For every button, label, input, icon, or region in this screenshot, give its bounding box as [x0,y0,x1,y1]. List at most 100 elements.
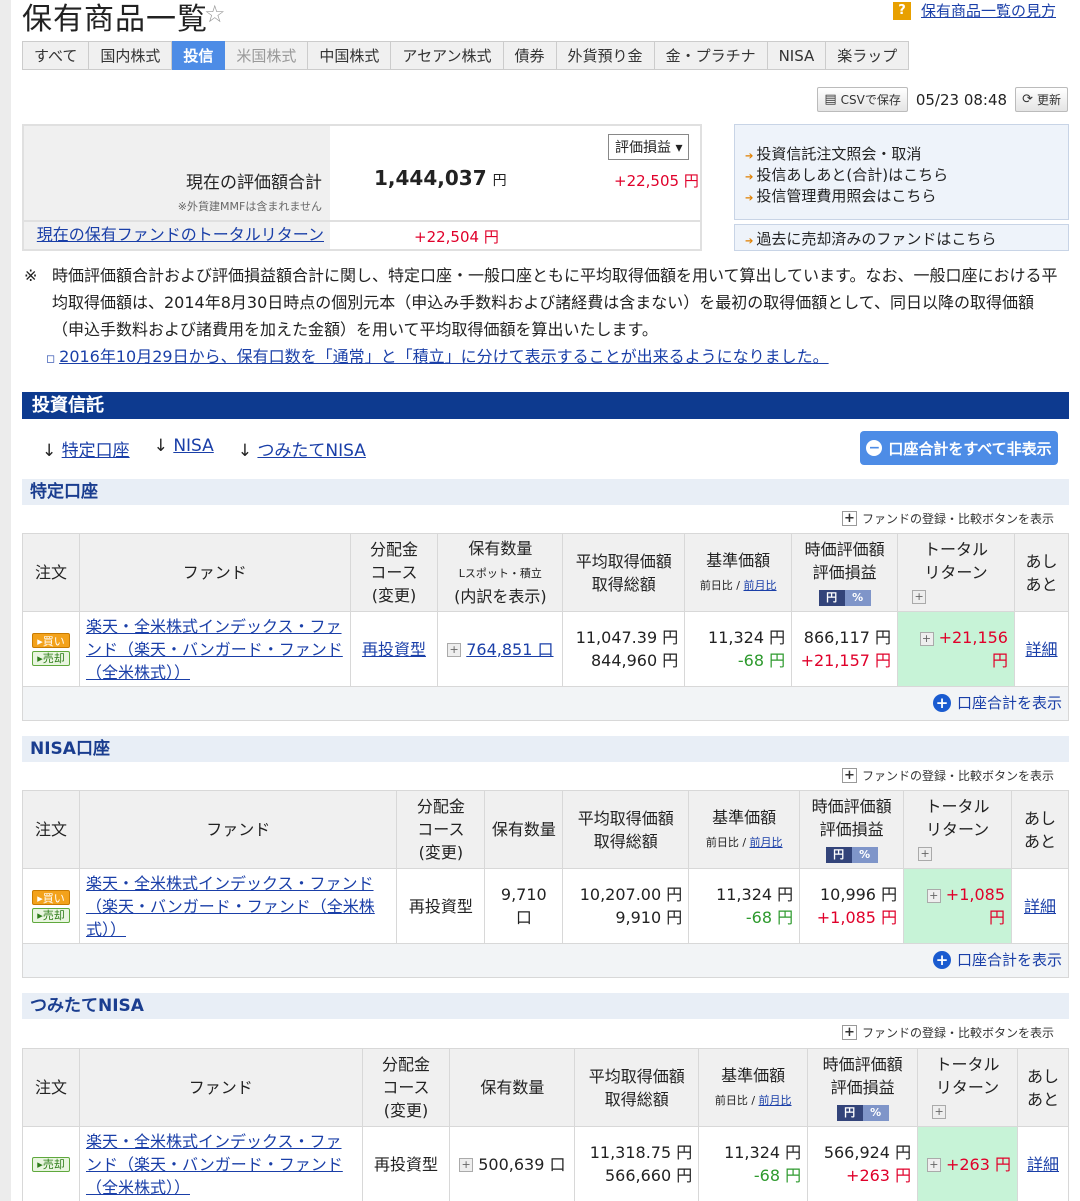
valuation-summary: 現在の評価額合計 ※外貨建MMFは含まれません 1,444,037 円 評価損益 … [22,124,702,251]
fund-name-link[interactable]: 楽天・全米株式インデックス・ファンド（楽天・バンガード・ファンド（全米株式）） [86,874,375,939]
unit-toggle[interactable]: 円% [836,1105,889,1121]
nav-change: -68 円 [753,1166,802,1185]
fund-links-box: ➔ 投資信託注文照会・取消 ➔ 投信あしあと(合計)はこちら ➔ 投信管理費用照会はこ… [734,124,1069,220]
tab-all[interactable]: すべて [22,41,90,70]
total-valuation-label: 現在の評価額合計 [186,173,322,193]
expand-icon[interactable]: + [447,643,462,657]
expand-icon[interactable]: + [459,1158,474,1172]
header-course[interactable]: 分配金 コース (変更) [361,1048,451,1127]
header-nav: 基準価額 前日比 / 前月比 [688,790,801,869]
header-course[interactable]: 分配金 コース (変更) [349,533,439,612]
detail-link[interactable]: 詳細 [1024,897,1056,916]
fund-name-link[interactable]: 楽天・全米株式インデックス・ファンド（楽天・バンガード・ファンド（全米株式）） [86,1132,343,1197]
sell-button[interactable]: ▸売却 [31,907,70,923]
tab-nisa[interactable]: NISA [767,41,827,70]
tab-foreign-deposits[interactable]: 外貨預り金 [556,41,655,70]
market-value: 866,117 円 [803,628,892,647]
calculation-note: ※ 時価評価額合計および評価損益額合計に関し、特定口座・一般口座ともに平均取得価… [24,262,1064,372]
arrow-icon: ➔ [745,236,754,247]
qty-value: 9,710 口 [484,868,564,944]
note-text: 時価評価額合計および評価損益額合計に関し、特定口座・一般口座ともに平均取得価額を… [52,266,1058,339]
help-link[interactable]: 保有商品一覧の見方 [921,0,1056,21]
expand-icon[interactable]: + [918,846,933,861]
management-fee-link[interactable]: 投信管理費用照会はこちら [756,187,936,205]
register-compare-toggle[interactable]: + ファンドの登録・比較ボタンを表示 [841,510,1054,527]
avg-price: 11,318.75 円 [589,1143,693,1162]
header-order: 注文 [22,1048,80,1127]
total-cost: 844,960 円 [590,651,679,670]
sell-button[interactable]: ▸売却 [31,650,70,666]
header-order: 注文 [22,790,80,869]
nav-change: -68 円 [737,651,786,670]
tab-us-stocks[interactable]: 米国株式 [225,41,309,70]
register-compare-toggle[interactable]: + ファンドの登録・比較ボタンを表示 [841,1024,1054,1041]
refresh-button[interactable]: ⟳ 更新 [1015,87,1068,112]
header-market-value: 時価評価額 評価損益円% [791,533,899,612]
header-avg-price: 平均取得価額 取得総額 [562,790,690,869]
expand-icon[interactable]: + [932,1104,947,1119]
detail-link[interactable]: 詳細 [1025,640,1057,659]
ashiato-total-link[interactable]: 投信あしあと(合計)はこちら [756,166,948,184]
tab-asean-stocks[interactable]: アセアン株式 [391,41,504,70]
header-ashiato: あし あと [1011,790,1069,869]
header-fund: ファンド [78,1048,363,1127]
unrealized-gain: +263 円 [846,1166,912,1185]
display-change-link[interactable]: ◻ 2016年10月29日から、保有口数を「通常」と「積立」に分けて表示することが… [24,343,1064,372]
header-course[interactable]: 分配金 コース (変更) [396,790,486,869]
toolbar: ▤ CSVで保存 05/23 08:48 ⟳ 更新 [817,87,1068,112]
course-value: 再投資型 [396,868,486,944]
detail-link[interactable]: 詳細 [1027,1155,1059,1174]
qty-link[interactable]: 764,851 口 [466,640,553,659]
tab-china-stocks[interactable]: 中国株式 [308,41,392,70]
avg-price: 10,207.00 円 [579,885,683,904]
header-fund: ファンド [78,533,351,612]
refresh-label: 更新 [1036,93,1061,107]
csv-save-button[interactable]: ▤ CSVで保存 [817,87,908,112]
left-edge-bar [0,0,11,1201]
tab-bonds[interactable]: 債券 [503,41,557,70]
total-return: +1,085 円 [945,885,1005,927]
buy-button[interactable]: ▸買い [31,632,70,648]
sell-button[interactable]: ▸売却 [31,1156,70,1172]
course-value: 再投資型 [361,1126,451,1201]
arrow-icon: ➔ [745,193,754,204]
table-row: ▸買い ▸売却 楽天・全米株式インデックス・ファンド（楽天・バンガード・ファンド（… [22,611,1070,687]
buy-button[interactable]: ▸買い [31,889,70,905]
anchor-tsumitate-nisa[interactable]: ↓ つみたてNISA [238,436,366,461]
register-compare-toggle[interactable]: + ファンドの登録・比較ボタンを表示 [841,767,1054,784]
course-link[interactable]: 再投資型 [362,640,426,659]
tab-domestic-stocks[interactable]: 国内株式 [89,41,173,70]
header-ashiato: あし あと [1013,533,1070,612]
fund-table-tsumitate-nisa: 注文 ファンド 分配金 コース (変更) 保有数量 平均取得価額 取得総額 基準価額前… [22,1048,1070,1201]
sold-funds-link[interactable]: 過去に売却済みのファンドはこちら [756,230,996,248]
show-account-total-row[interactable]: + 口座合計を表示 [22,686,1069,721]
help-link-area[interactable]: ? 保有商品一覧の見方 [892,0,1056,21]
anchor-tokutei[interactable]: ↓ 特定口座 [42,436,130,461]
unit-toggle[interactable]: 円% [818,590,871,606]
refresh-icon: ⟳ [1022,92,1033,107]
tab-gold-platinum[interactable]: 金・プラチナ [654,41,768,70]
fund-name-link[interactable]: 楽天・全米株式インデックス・ファンド（楽天・バンガード・ファンド（全米株式）） [86,617,343,682]
unit-toggle[interactable]: 円% [825,847,878,863]
hide-all-totals-button[interactable]: − 口座合計をすべて非表示 [860,431,1058,465]
avg-price: 11,047.39 円 [575,628,679,647]
expand-icon[interactable]: + [926,1158,941,1172]
anchor-nisa[interactable]: ↓ NISA [154,436,214,461]
total-gain: +22,505 円 [614,172,699,190]
csv-save-label: CSVで保存 [840,93,901,107]
tab-investment-trusts[interactable]: 投信 [172,41,226,70]
total-return: +21,156 円 [938,628,1008,670]
star-icon[interactable]: ☆ [204,0,226,28]
tab-rakuwrap[interactable]: 楽ラップ [826,41,910,70]
expand-icon[interactable]: + [926,888,941,903]
total-return-link[interactable]: 現在の保有ファンドのトータルリターン [24,222,330,249]
total-cost: 9,910 円 [615,908,683,927]
spreadsheet-icon: ▤ [824,92,837,107]
expand-icon[interactable]: + [912,589,927,604]
order-inquiry-link[interactable]: 投資信託注文照会・取消 [756,145,921,163]
account-title-nisa: NISA口座 [22,736,1069,762]
metric-select[interactable]: 評価損益 ▾ [608,134,690,160]
total-return: +263 円 [945,1154,1011,1174]
show-account-total-row[interactable]: + 口座合計を表示 [22,943,1069,978]
expand-icon[interactable]: + [919,631,934,646]
